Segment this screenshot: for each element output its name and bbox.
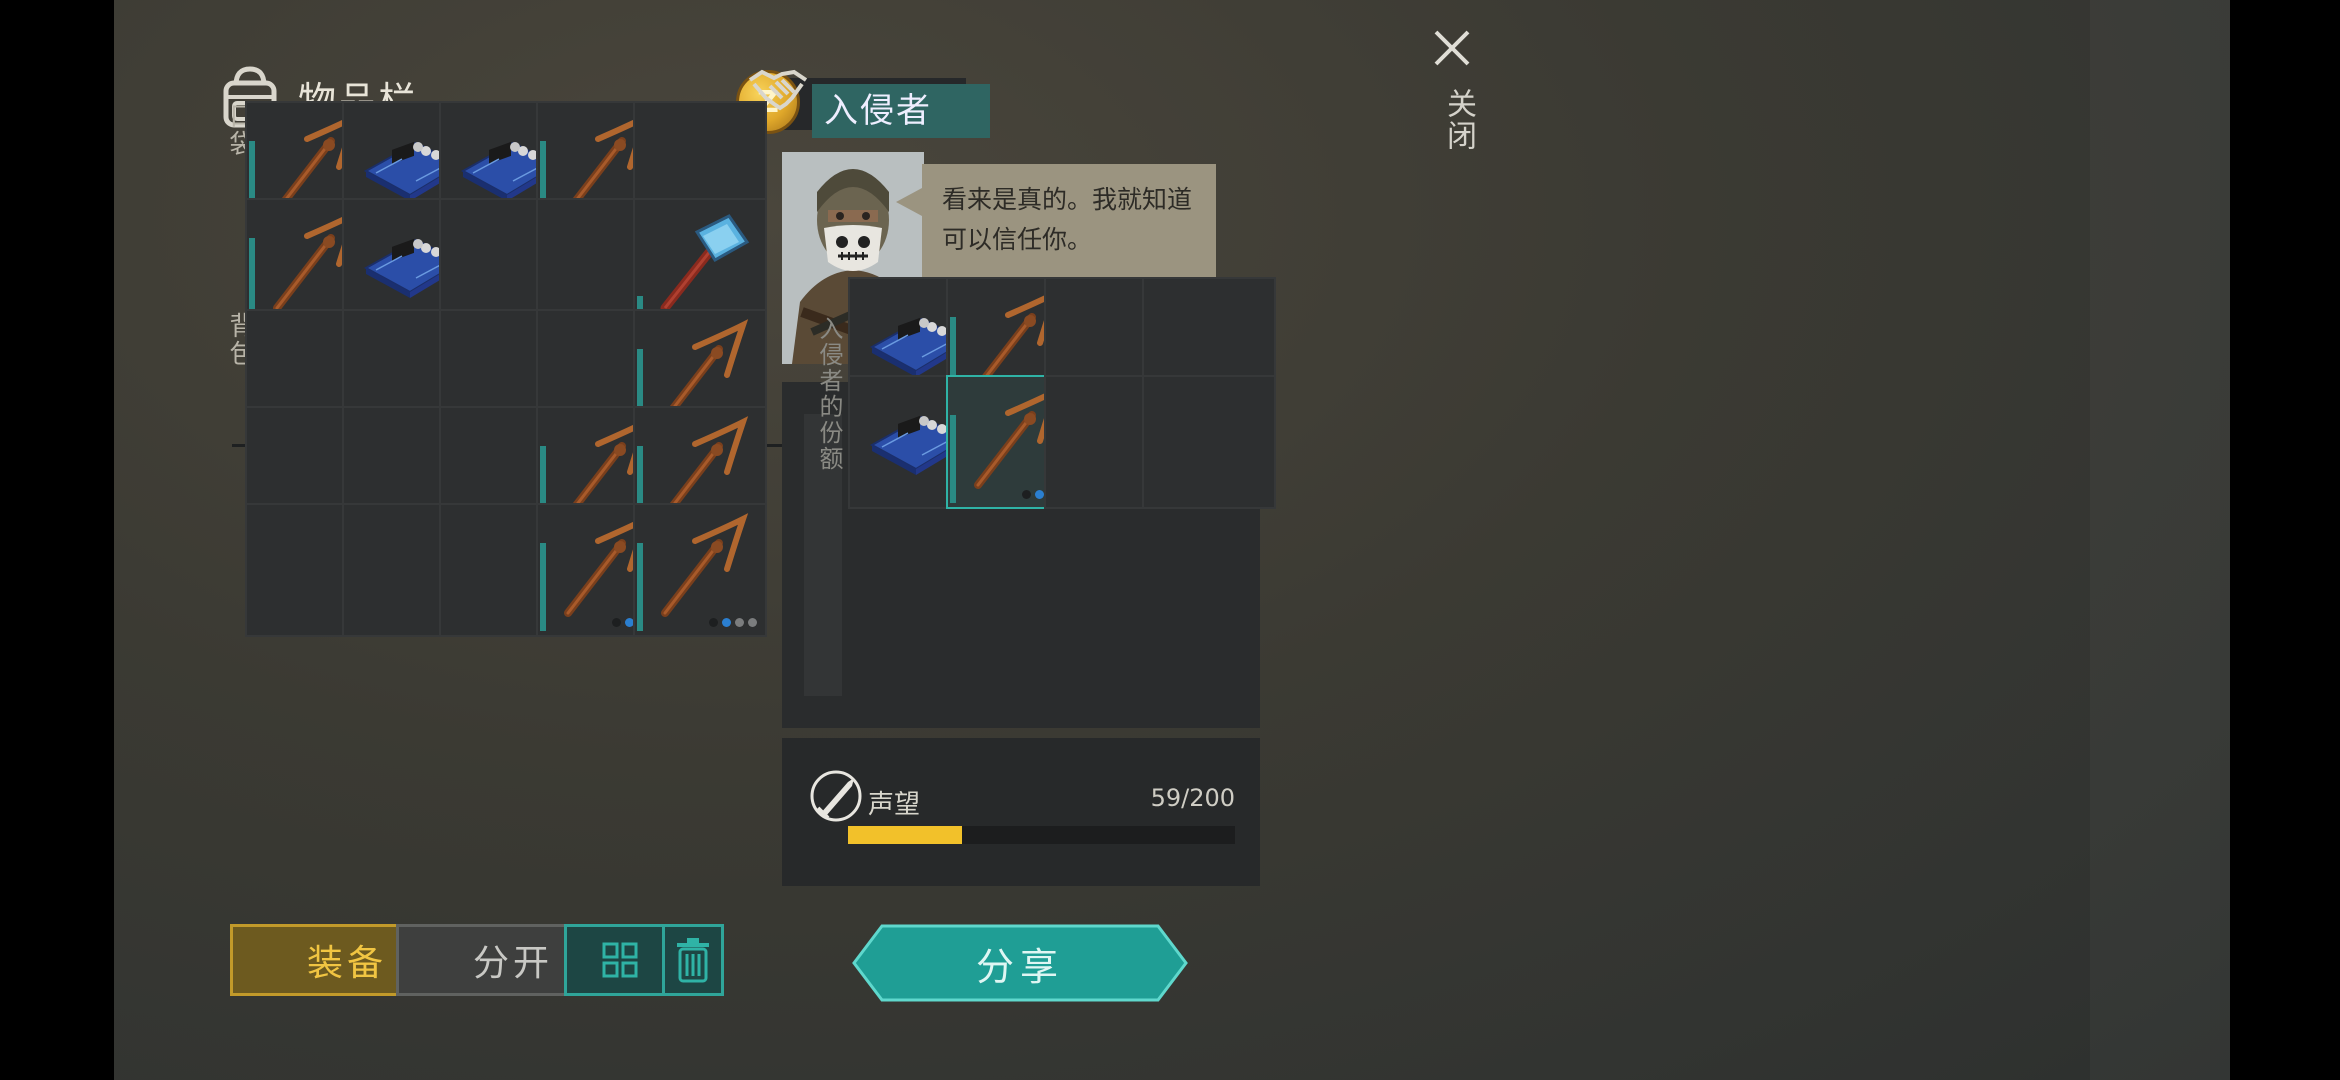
- close-button[interactable]: 关闭: [1436, 88, 1480, 152]
- trash-button[interactable]: [662, 924, 724, 996]
- trader-name: 入侵者: [812, 84, 990, 138]
- share-button[interactable]: 分享: [852, 924, 1188, 1002]
- pickaxe-icon: [647, 513, 757, 627]
- durability-bar: [540, 543, 546, 631]
- durability-dots: [709, 618, 757, 627]
- empty-slot[interactable]: [1142, 375, 1276, 509]
- grid-icon: [602, 942, 638, 978]
- reputation-value: 59/200: [1150, 784, 1235, 812]
- trash-icon: [677, 938, 709, 983]
- item-slot-pickaxe[interactable]: [633, 503, 767, 637]
- offer-label: 入侵者的份额: [815, 316, 843, 472]
- reputation-bar: [848, 826, 1235, 844]
- knife-emblem-icon: [808, 768, 864, 824]
- reputation-label: 声望: [868, 790, 921, 820]
- durability-bar: [637, 543, 643, 631]
- hammer-icon: [647, 208, 757, 322]
- durability-bar: [950, 415, 956, 503]
- sort-button[interactable]: [564, 924, 676, 996]
- close-icon[interactable]: [1432, 28, 1472, 68]
- handshake-icon: [748, 64, 808, 120]
- reputation-bar-fill: [848, 826, 963, 844]
